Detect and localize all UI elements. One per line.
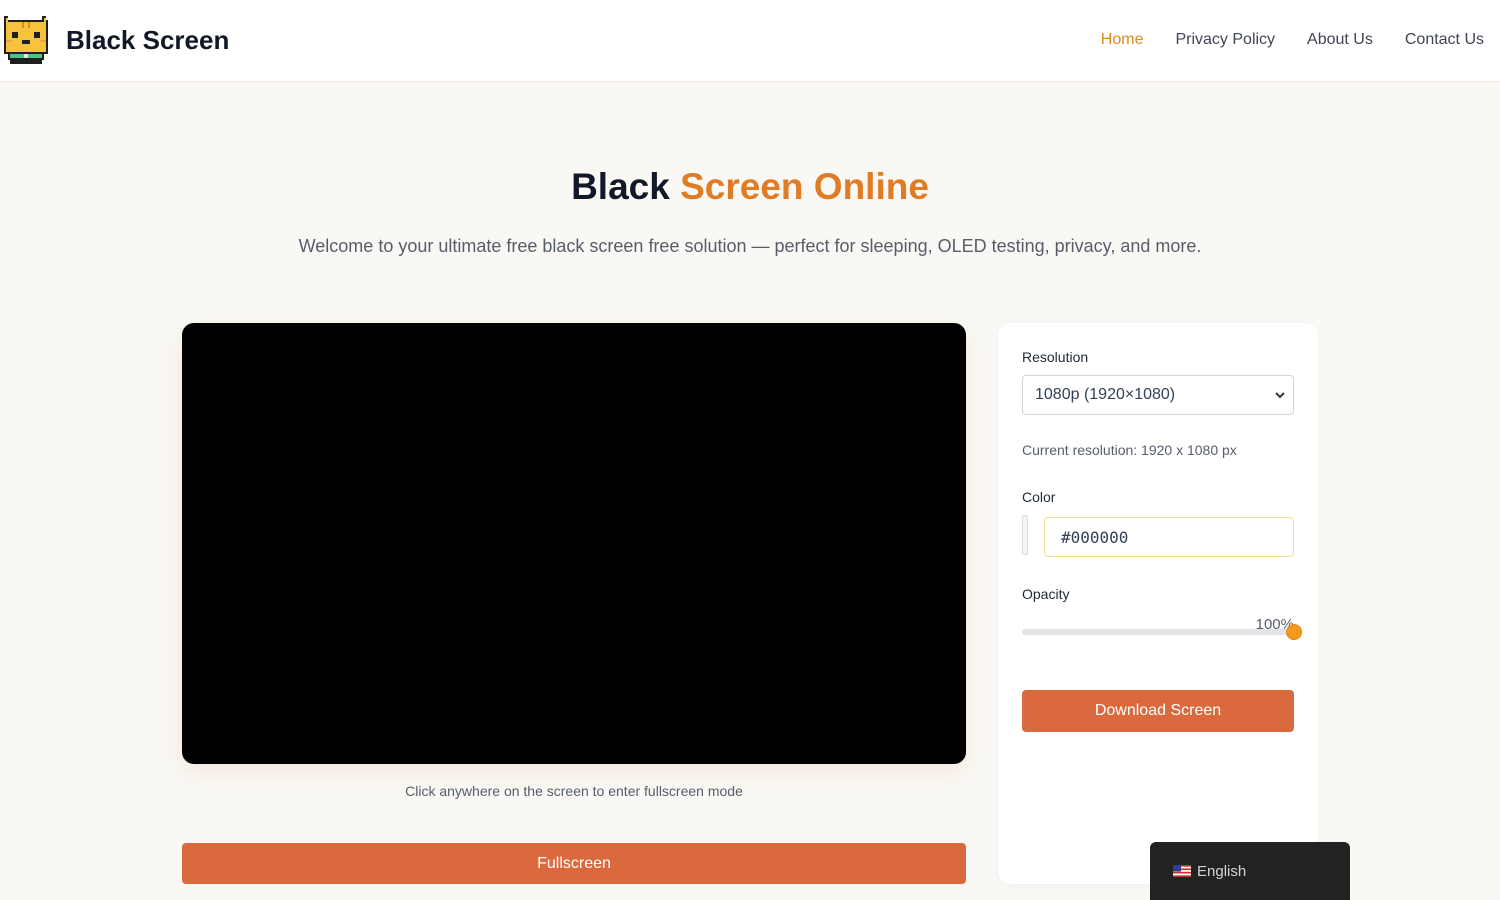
main-nav: Home Privacy Policy About Us Contact Us bbox=[1101, 31, 1484, 49]
nav-home[interactable]: Home bbox=[1101, 31, 1144, 49]
nav-privacy-policy[interactable]: Privacy Policy bbox=[1175, 31, 1275, 49]
resolution-selected-value: 1080p (1920×1080) bbox=[1035, 386, 1176, 403]
resolution-select[interactable]: 1080p (1920×1080) bbox=[1022, 375, 1294, 415]
brand-name[interactable]: Black Screen bbox=[66, 25, 229, 56]
opacity-slider-thumb[interactable] bbox=[1286, 624, 1302, 640]
color-picker-swatch[interactable] bbox=[1022, 515, 1028, 555]
us-flag-icon bbox=[1173, 865, 1191, 877]
fullscreen-hint: Click anywhere on the screen to enter fu… bbox=[405, 783, 743, 799]
color-label: Color bbox=[1022, 489, 1056, 505]
nav-about-us[interactable]: About Us bbox=[1307, 31, 1373, 49]
cat-logo-icon[interactable] bbox=[2, 14, 52, 66]
page-subtitle: Welcome to your ultimate free black scre… bbox=[298, 236, 1202, 256]
current-resolution-text: Current resolution: 1920 x 1080 px bbox=[1022, 442, 1237, 458]
title-part-black: Black bbox=[571, 166, 670, 207]
fullscreen-button[interactable]: Fullscreen bbox=[182, 843, 966, 884]
top-navbar: Black Screen Home Privacy Policy About U… bbox=[0, 0, 1500, 82]
resolution-label: Resolution bbox=[1022, 349, 1089, 365]
title-part-accent: Screen Online bbox=[680, 166, 929, 207]
chevron-down-icon bbox=[1275, 392, 1285, 399]
language-switcher[interactable]: English bbox=[1150, 842, 1350, 900]
opacity-slider[interactable] bbox=[1022, 624, 1302, 640]
page-title: Black Screen Online bbox=[0, 166, 1500, 208]
nav-contact-us[interactable]: Contact Us bbox=[1405, 31, 1484, 49]
language-label: English bbox=[1197, 862, 1247, 880]
download-screen-button[interactable]: Download Screen bbox=[1022, 690, 1294, 732]
black-screen-preview[interactable] bbox=[182, 323, 966, 764]
color-hex-input[interactable] bbox=[1044, 517, 1294, 557]
settings-panel: Resolution 1080p (1920×1080) Current res… bbox=[998, 323, 1318, 884]
opacity-label: Opacity bbox=[1022, 586, 1070, 602]
